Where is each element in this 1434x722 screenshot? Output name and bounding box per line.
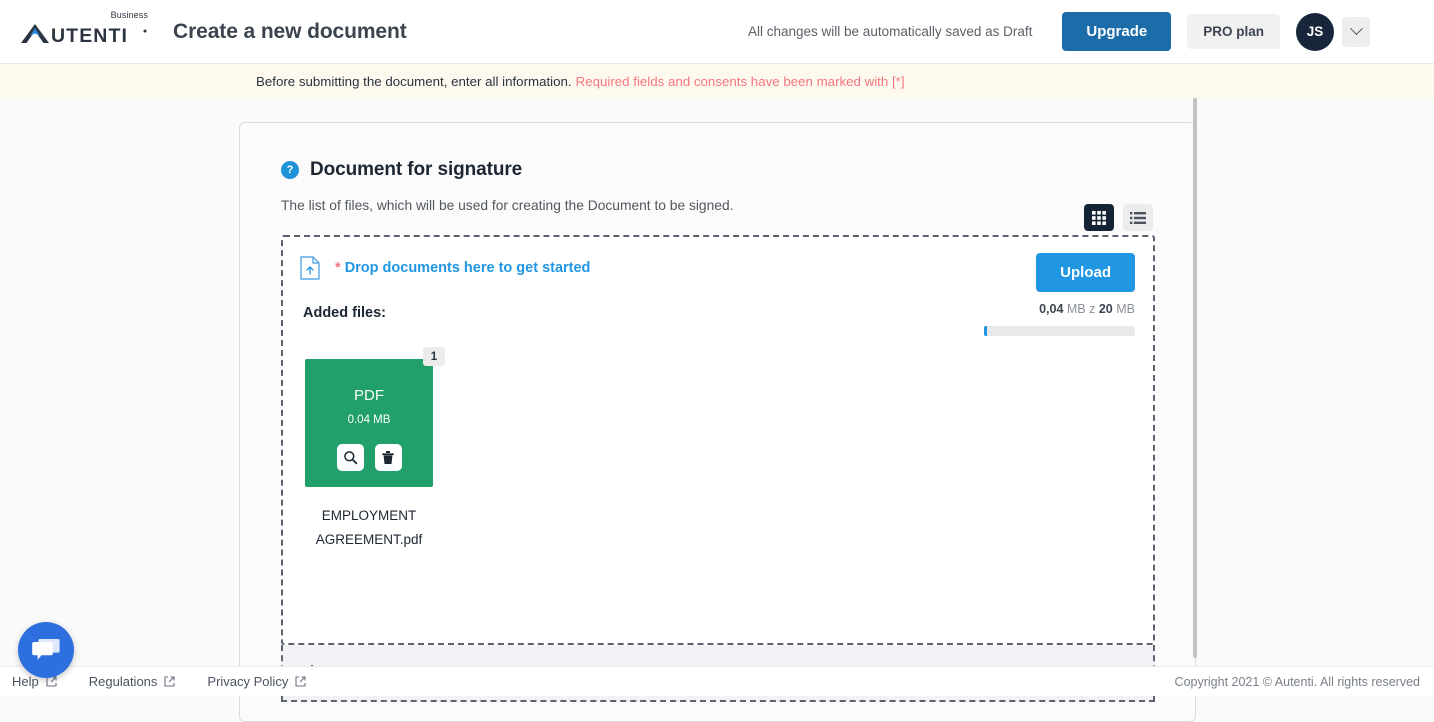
storage-quota-text: 0,04 MB z 20 MB <box>1039 302 1135 316</box>
svg-text:UTENTI: UTENTI <box>51 25 128 45</box>
file-tile[interactable]: 1 PDF 0.04 MB <box>305 347 445 487</box>
delete-file-button[interactable] <box>374 444 402 471</box>
card-subtitle: The list of files, which will be used fo… <box>281 198 734 213</box>
footer-link-regulations-label: Regulations <box>88 674 158 689</box>
footer-link-help-label: Help <box>12 674 39 689</box>
external-link-icon <box>295 676 306 687</box>
upload-document-icon <box>300 256 320 280</box>
added-files-label: Added files: <box>303 305 386 321</box>
banner-required-text: Required fields and consents have been m… <box>575 73 905 89</box>
quota-used-unit: MB z <box>1066 302 1096 316</box>
scrollbar-thumb[interactable] <box>1193 98 1197 658</box>
chat-bubble-icon <box>32 638 60 660</box>
upgrade-button[interactable]: Upgrade <box>1062 12 1172 51</box>
external-link-icon <box>164 676 175 687</box>
file-name-line1: EMPLOYMENT <box>321 508 417 523</box>
draft-status-text: All changes will be automatically saved … <box>748 24 1033 39</box>
required-asterisk: * <box>335 260 341 276</box>
page-scrollbar[interactable] <box>1192 98 1198 666</box>
card-header: ? Document for signature <box>240 123 1195 181</box>
page-title: Create a new document <box>173 19 407 43</box>
upload-button[interactable]: Upload <box>1036 253 1135 292</box>
added-files-row: Added files: 0,04 MB z 20 MB <box>303 302 1135 336</box>
pro-plan-button[interactable]: PRO plan <box>1187 14 1280 49</box>
quota-used-value: 0,04 <box>1039 302 1064 316</box>
dropzone-label[interactable]: * Drop documents here to get started <box>335 260 590 276</box>
autenti-logo[interactable]: UTENTI Business <box>18 10 150 45</box>
view-toggle-group <box>1084 204 1153 231</box>
logo-superscript: Business <box>110 9 148 20</box>
autenti-logo-icon: UTENTI <box>21 23 147 45</box>
avatar[interactable]: JS <box>1296 12 1334 51</box>
chevron-down-icon <box>1349 22 1363 36</box>
file-name: EMPLOYMENT AGREEMENT.pdf <box>305 504 433 552</box>
top-bar-right: All changes will be automatically saved … <box>748 12 1434 51</box>
account-menu-button[interactable] <box>1342 16 1370 47</box>
trash-icon <box>382 451 394 464</box>
chat-widget-button[interactable] <box>18 622 74 678</box>
top-bar: UTENTI Business Create a new document Al… <box>0 0 1434 64</box>
file-index-badge: 1 <box>423 347 445 366</box>
document-for-signature-card: ? Document for signature The list of fil… <box>239 122 1196 722</box>
main-content: ? Document for signature The list of fil… <box>0 98 1434 722</box>
footer-link-regulations[interactable]: Regulations <box>89 674 176 689</box>
file-name-line2: AGREEMENT.pdf <box>315 532 423 547</box>
footer-link-privacy-policy[interactable]: Privacy Policy <box>207 674 306 689</box>
copyright-text: Copyright 2021 © Autenti. All rights res… <box>1174 674 1420 689</box>
storage-progress-fill <box>984 326 988 336</box>
preview-file-button[interactable] <box>336 444 364 471</box>
file-type-label: PDF <box>354 387 384 404</box>
card-title: Document for signature <box>310 159 523 180</box>
banner-primary-text: Before submitting the document, enter al… <box>256 73 572 89</box>
file-actions <box>336 444 402 471</box>
list-view-button[interactable] <box>1123 204 1153 231</box>
file-dropzone[interactable]: * Drop documents here to get started Upl… <box>281 235 1155 645</box>
magnifier-icon <box>343 451 357 465</box>
file-tile-wrapper: 1 PDF 0.04 MB EMPLOYMENT AGREEMENT.pdf <box>305 347 445 552</box>
dropzone-header: * Drop documents here to get started <box>283 237 1153 280</box>
footer: Help Regulations Privacy Policy Copyrigh… <box>0 666 1434 696</box>
list-icon <box>1130 211 1146 224</box>
storage-progress-bar <box>984 326 1135 336</box>
footer-link-privacy-label: Privacy Policy <box>207 674 289 689</box>
file-size-label: 0.04 MB <box>347 414 391 426</box>
help-icon[interactable]: ? <box>281 161 299 179</box>
grid-icon <box>1092 210 1106 225</box>
quota-total-value: 20 <box>1098 302 1113 316</box>
required-fields-banner: Before submitting the document, enter al… <box>0 64 1434 98</box>
grid-view-button[interactable] <box>1084 204 1114 231</box>
dropzone-label-text: Drop documents here to get started <box>344 260 591 276</box>
quota-total-unit: MB <box>1116 302 1135 316</box>
